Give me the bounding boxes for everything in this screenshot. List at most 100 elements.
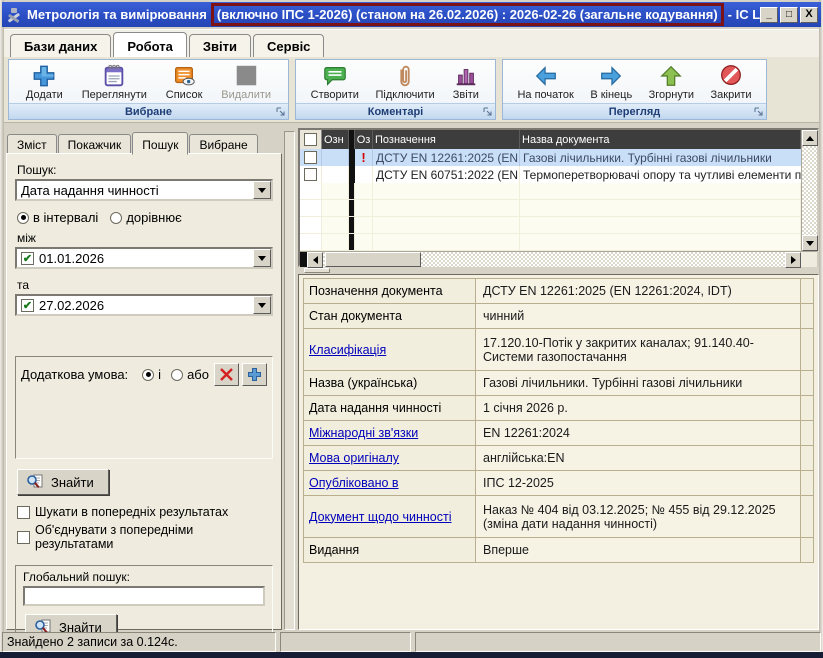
international-relations-link[interactable]: Міжнародні зв'язки [304,421,476,445]
radio-or[interactable] [171,369,183,381]
scrollbar-corner [801,252,817,267]
scroll-left-icon[interactable] [307,252,323,268]
detail-value: англійська:EN [476,446,800,470]
scroll-up-icon[interactable] [802,130,818,146]
scroll-right-icon[interactable] [785,252,801,268]
table-row: Назва (українська) Газові лічильники. Ту… [304,371,813,396]
table-row[interactable]: ДСТУ EN 60751:2022 (EN Термоперетворювач… [300,166,801,183]
tab-service[interactable]: Сервіс [253,34,324,57]
search-field-combo[interactable]: Дата надання чинності [15,179,273,201]
checkbox-unchecked-icon[interactable] [304,151,317,164]
add-button[interactable]: Додати [22,61,67,103]
list-button[interactable]: Список [162,61,207,103]
dialog-launcher-icon[interactable] [753,106,764,117]
window-border-right [819,0,823,653]
status-bar: Знайдено 2 записи за 0.124с. [2,632,821,652]
group-label-view: Перегляд [503,103,766,119]
add-condition-button[interactable] [242,363,267,386]
notepad-icon [100,62,129,89]
radio-equals[interactable] [110,212,122,224]
arrow-left-icon [531,62,560,89]
attach-comment-button[interactable]: Підключити [372,61,439,103]
global-search-input[interactable] [23,586,265,606]
grid-vertical-scrollbar[interactable] [801,130,817,251]
minimize-button[interactable]: _ [760,7,778,23]
plus-icon [30,62,59,89]
search-panel: Пошук: Дата надання чинності в інтервалі… [6,153,282,630]
checkbox-merge-previous[interactable] [17,531,30,544]
classification-link[interactable]: Класифікація [304,329,476,370]
ribbon-group-view: На початок В кінець Згорнути Закрити [502,59,767,120]
sidebar-tab-index[interactable]: Покажчик [58,134,132,154]
document-details-pane: Позначення документа ДСТУ EN 12261:2025 … [298,274,819,630]
date-to-combo[interactable]: ✔ 27.02.2026 [15,294,273,316]
radio-interval[interactable] [17,212,29,224]
table-row[interactable]: ! ДСТУ EN 12261:2025 (EN Газові лічильни… [300,149,801,166]
date-from-combo[interactable]: ✔ 01.01.2026 [15,247,273,269]
checkbox-unchecked-icon[interactable] [304,133,317,146]
checkbox-search-previous[interactable] [17,506,30,519]
collapse-button[interactable]: Згорнути [645,61,698,103]
checkbox-unchecked-icon[interactable] [304,168,317,181]
details-table: Позначення документа ДСТУ EN 12261:2025 … [303,278,814,563]
comment-reports-button[interactable]: Звіти [447,61,484,103]
table-row: Стан документа чинний [304,304,813,329]
close-view-button[interactable]: Закрити [707,61,756,103]
maximize-button[interactable]: □ [780,7,798,23]
checkbox-merge-previous-label: Об'єднувати з попередніми результатами [35,523,271,551]
radio-and-label: і [158,367,161,382]
detail-row-strip [800,421,813,445]
scrollbar-thumb[interactable] [325,252,421,267]
radio-and[interactable] [142,369,154,381]
extra-condition-label: Додаткова умова: [21,367,128,382]
go-first-button[interactable]: На початок [513,61,577,103]
detail-label: Стан документа [304,304,476,328]
sidebar-tab-search[interactable]: Пошук [132,132,188,155]
find-button[interactable]: Знайти [17,469,109,495]
chevron-down-icon[interactable] [253,249,271,267]
validity-document-link[interactable]: Документ щодо чинності [304,496,476,537]
window-bottom-edge [0,652,823,658]
published-in-link[interactable]: Опубліковано в [304,471,476,495]
ribbon: Додати Переглянути Список Видалити [4,57,819,123]
detail-row-strip [800,538,813,562]
chevron-down-icon[interactable] [253,181,271,199]
horizontal-splitter[interactable] [298,267,819,274]
view-button[interactable]: Переглянути [78,61,151,103]
detail-value: 17.120.10-Потік у закритих каналах; 91.1… [476,329,800,370]
grid-header-select[interactable] [300,130,322,149]
grid-header-name[interactable]: Назва документа [520,130,801,149]
grid-header-designation[interactable]: Позначення [373,130,520,149]
sidebar-tab-favorites[interactable]: Вибране [189,134,257,154]
detail-row-strip [800,396,813,420]
remove-condition-button[interactable] [214,363,239,386]
table-row: Видання Вперше [304,538,813,563]
detail-value: ДСТУ EN 12261:2025 (EN 12261:2024, IDT) [476,279,800,303]
grid-horizontal-scrollbar[interactable] [323,252,785,267]
splitter-grip[interactable] [304,268,330,273]
close-button[interactable]: X [800,7,818,23]
chevron-down-icon[interactable] [253,296,271,314]
scroll-down-icon[interactable] [802,235,818,251]
grid-header-mark2[interactable]: Оз [355,130,373,149]
radio-interval-label: в інтервалі [33,210,98,225]
tab-databases[interactable]: Бази даних [10,34,111,57]
detail-row-strip [800,471,813,495]
grid-corner-sizer [300,252,307,267]
tab-reports[interactable]: Звіти [189,34,251,57]
grid-header-mark1[interactable]: Озн [322,130,349,149]
go-last-button[interactable]: В кінець [586,61,636,103]
dialog-launcher-icon[interactable] [275,106,286,117]
sidebar-scrollbar[interactable] [284,131,295,630]
sidebar-tab-contents[interactable]: Зміст [7,134,57,154]
checkbox-search-previous-label: Шукати в попередніх результатах [35,505,228,519]
empty-grid-row [300,217,801,234]
create-comment-button[interactable]: Створити [307,61,363,103]
sidebar-tab-bar: Зміст Покажчик Пошук Вибране [7,131,279,154]
dialog-launcher-icon[interactable] [482,106,493,117]
status-panel [415,632,821,652]
original-language-link[interactable]: Мова оригіналу [304,446,476,470]
tab-work[interactable]: Робота [113,32,187,57]
checkbox-checked-icon[interactable]: ✔ [21,299,34,312]
checkbox-checked-icon[interactable]: ✔ [21,252,34,265]
